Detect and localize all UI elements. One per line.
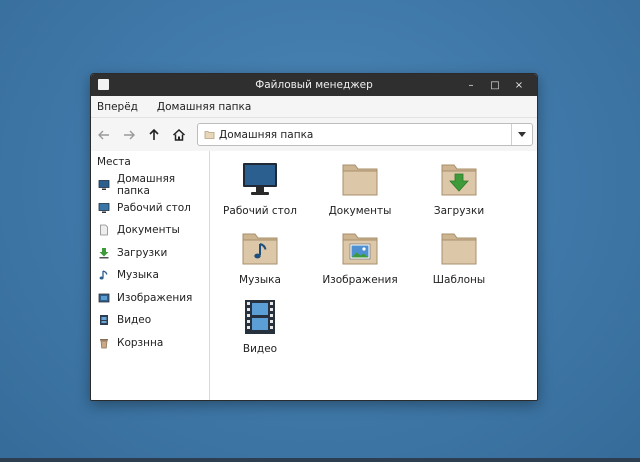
sidebar-item-label: Музыка bbox=[117, 269, 159, 282]
file-item-label: Видео bbox=[242, 343, 278, 355]
file-item-label: Рабочий стол bbox=[223, 205, 297, 217]
image-icon bbox=[98, 292, 110, 304]
file-item-label: Загрузки bbox=[433, 205, 485, 217]
sidebar-item-label: Видео bbox=[117, 314, 152, 327]
music-note-icon bbox=[98, 269, 110, 281]
content-area: Места Домашняя папка Рабочий стол Докуме… bbox=[91, 151, 537, 400]
sidebar-item-label: Рабочий стол bbox=[117, 201, 191, 214]
sidebar: Места Домашняя папка Рабочий стол Докуме… bbox=[91, 151, 210, 400]
templates-folder-icon bbox=[439, 230, 479, 266]
location-text: Домашняя папка bbox=[219, 128, 314, 141]
monitor-icon bbox=[240, 161, 280, 197]
sidebar-item-trash[interactable]: Корзнна bbox=[91, 332, 209, 355]
file-view: Рабочий стол Документы Загрузки Музыка И… bbox=[210, 151, 537, 400]
music-folder-icon bbox=[240, 230, 280, 266]
sidebar-item-documents[interactable]: Документы bbox=[91, 219, 209, 242]
file-item-video[interactable]: Видео bbox=[210, 299, 310, 355]
app-icon bbox=[98, 79, 109, 90]
file-item-label: Музыка bbox=[239, 274, 281, 286]
window-title: Файловый менеджер bbox=[255, 79, 373, 91]
toolbar: Домашняя папка bbox=[91, 118, 537, 152]
window-controls: – □ × bbox=[459, 74, 531, 96]
file-item-pictures[interactable]: Изображения bbox=[310, 230, 410, 286]
file-item-label: Изображения bbox=[322, 274, 398, 286]
arrow-right-icon bbox=[124, 130, 135, 139]
file-item-label: Шаблоны bbox=[432, 274, 486, 286]
sidebar-item-downloads[interactable]: Загрузки bbox=[91, 242, 209, 265]
menubar: Вперёд Домашняя папка bbox=[91, 96, 537, 118]
sidebar-item-label: Загрузки bbox=[117, 246, 168, 259]
download-icon bbox=[98, 247, 110, 259]
arrow-left-icon bbox=[98, 130, 109, 139]
file-manager-window: Файловый менеджер – □ × Вперёд Домашняя … bbox=[90, 73, 538, 401]
forward-button[interactable] bbox=[117, 123, 141, 147]
chevron-down-icon bbox=[518, 132, 526, 137]
document-icon bbox=[98, 224, 110, 236]
file-item-music[interactable]: Музыка bbox=[210, 230, 310, 286]
folder-icon bbox=[340, 161, 380, 197]
sidebar-section-title: Места bbox=[97, 156, 131, 168]
location-bar[interactable]: Домашняя папка bbox=[197, 123, 533, 146]
sidebar-item-label: Домашняя папка bbox=[117, 173, 176, 198]
titlebar[interactable]: Файловый менеджер – □ × bbox=[91, 74, 537, 96]
home-button[interactable] bbox=[167, 123, 191, 147]
back-button[interactable] bbox=[92, 123, 116, 147]
minimize-button[interactable]: – bbox=[459, 80, 483, 91]
sidebar-item-video[interactable]: Видео bbox=[91, 309, 209, 332]
arrow-up-icon bbox=[149, 128, 159, 140]
file-item-templates[interactable]: Шаблоны bbox=[409, 230, 509, 286]
folder-small-icon bbox=[204, 131, 215, 139]
file-item-downloads[interactable]: Загрузки bbox=[409, 161, 509, 217]
sidebar-item-desktop[interactable]: Рабочий стол bbox=[91, 197, 209, 220]
menu-home-folder[interactable]: Домашняя папка bbox=[150, 101, 258, 113]
up-button[interactable] bbox=[142, 123, 166, 147]
sidebar-item-label: Документы bbox=[117, 224, 180, 237]
sidebar-item-label: Корзнна bbox=[117, 336, 164, 349]
video-icon bbox=[98, 314, 110, 326]
close-button[interactable]: × bbox=[507, 80, 531, 91]
sidebar-item-music[interactable]: Музыка bbox=[91, 264, 209, 287]
file-item-desktop[interactable]: Рабочий стол bbox=[210, 161, 310, 217]
computer-icon bbox=[98, 179, 110, 191]
taskbar bbox=[0, 458, 640, 462]
downloads-folder-icon bbox=[439, 161, 479, 197]
sidebar-item-home[interactable]: Домашняя папка bbox=[91, 173, 209, 198]
file-item-documents[interactable]: Документы bbox=[310, 161, 410, 217]
file-item-label: Документы bbox=[328, 205, 392, 217]
pictures-folder-icon bbox=[340, 230, 380, 266]
location-dropdown[interactable] bbox=[511, 124, 532, 145]
maximize-button[interactable]: □ bbox=[483, 80, 507, 91]
trash-icon bbox=[98, 337, 110, 349]
sidebar-item-pictures[interactable]: Изображения bbox=[91, 287, 209, 310]
film-icon bbox=[240, 299, 280, 335]
sidebar-item-label: Изображения bbox=[117, 291, 193, 304]
menu-forward[interactable]: Вперёд bbox=[91, 101, 150, 113]
desktop-icon bbox=[98, 202, 110, 214]
home-icon bbox=[172, 128, 186, 141]
